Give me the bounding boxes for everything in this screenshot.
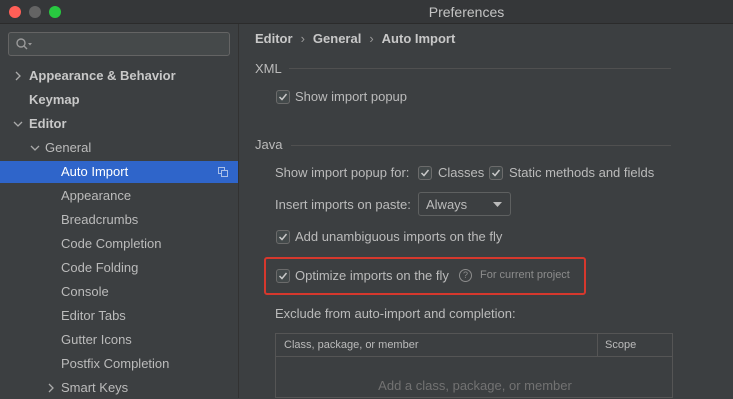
current-project-hint: For current project	[480, 269, 570, 281]
sidebar-item-label: Editor	[29, 116, 67, 131]
sidebar-item-label: Keymap	[29, 92, 80, 107]
sidebar-item-label: Postfix Completion	[61, 356, 170, 371]
sidebar-item-label: Auto Import	[61, 164, 129, 179]
show-import-popup-label[interactable]: Show import popup	[295, 89, 407, 104]
column-header-member[interactable]: Class, package, or member	[276, 334, 598, 357]
sidebar-item-label: Code Folding	[61, 260, 139, 275]
checkmark-icon	[278, 93, 288, 101]
chevron-right-icon[interactable]	[13, 71, 23, 81]
classes-checkbox[interactable]	[418, 166, 432, 180]
insert-imports-dropdown[interactable]: Always	[418, 192, 511, 216]
sidebar-item-postfix-completion[interactable]: Postfix Completion	[0, 353, 238, 375]
window-title: Preferences	[428, 4, 505, 20]
insert-imports-label: Insert imports on paste:	[275, 197, 411, 212]
optimize-imports-checkbox[interactable]	[276, 269, 290, 283]
sidebar-item-label: Code Completion	[61, 236, 162, 251]
settings-sidebar: Appearance & Behavior Keymap Editor Gene…	[0, 24, 239, 398]
empty-table-hint[interactable]: Add a class, package, or member	[276, 378, 674, 393]
breadcrumb: Editor › General › Auto Import	[255, 31, 455, 46]
sidebar-item-code-completion[interactable]: Code Completion	[0, 233, 238, 255]
breadcrumb-separator: ›	[369, 31, 374, 46]
static-methods-label[interactable]: Static methods and fields	[509, 165, 654, 180]
sidebar-item-editor-tabs[interactable]: Editor Tabs	[0, 305, 238, 327]
chevron-down-icon[interactable]	[13, 119, 23, 129]
sidebar-item-console[interactable]: Console	[0, 281, 238, 303]
show-import-popup-checkbox[interactable]	[276, 90, 290, 104]
settings-search-input[interactable]	[8, 32, 230, 56]
sidebar-item-label: Smart Keys	[61, 380, 129, 395]
sidebar-item-smart-keys[interactable]: Smart Keys	[0, 377, 238, 399]
show-popup-for-label: Show import popup for:	[275, 165, 410, 180]
exclude-label: Exclude from auto-import and completion:	[275, 306, 516, 321]
add-unambiguous-label[interactable]: Add unambiguous imports on the fly	[295, 229, 502, 244]
checkmark-icon	[278, 272, 288, 280]
exclude-table[interactable]: Class, package, or member Scope Add a cl…	[275, 333, 673, 398]
classes-label[interactable]: Classes	[438, 165, 484, 180]
sidebar-item-appearance-behavior[interactable]: Appearance & Behavior	[0, 65, 238, 87]
sidebar-item-breadcrumbs[interactable]: Breadcrumbs	[0, 209, 238, 231]
section-divider	[289, 68, 671, 69]
help-icon[interactable]: ?	[459, 269, 472, 282]
sidebar-item-appearance[interactable]: Appearance	[0, 185, 238, 207]
breadcrumb-editor[interactable]: Editor	[255, 31, 293, 46]
search-icon	[16, 38, 32, 50]
sidebar-item-label: Gutter Icons	[61, 332, 132, 347]
copy-icon	[218, 167, 228, 177]
sidebar-item-general[interactable]: General	[0, 137, 238, 159]
java-section-title: Java	[255, 137, 283, 152]
checkmark-icon	[420, 169, 430, 177]
section-divider	[291, 145, 671, 146]
sidebar-item-keymap[interactable]: Keymap	[0, 89, 238, 111]
sidebar-item-label: Breadcrumbs	[61, 212, 139, 227]
breadcrumb-general[interactable]: General	[313, 31, 361, 46]
dropdown-arrow-icon	[493, 202, 502, 207]
checkmark-icon	[278, 233, 288, 241]
chevron-right-icon[interactable]	[46, 383, 56, 393]
sidebar-item-label: Appearance & Behavior	[29, 68, 176, 83]
add-unambiguous-checkbox[interactable]	[276, 230, 290, 244]
settings-content: Editor › General › Auto Import XML Show impo…	[239, 24, 733, 398]
breadcrumb-auto-import: Auto Import	[381, 31, 456, 46]
chevron-down-icon[interactable]	[30, 143, 40, 153]
sidebar-item-editor[interactable]: Editor	[0, 113, 238, 135]
title-bar: Preferences	[0, 0, 733, 24]
insert-imports-value: Always	[426, 197, 468, 212]
xml-section-title: XML	[255, 61, 282, 76]
static-methods-checkbox[interactable]	[489, 166, 503, 180]
sidebar-item-label: Editor Tabs	[61, 308, 126, 323]
sidebar-item-label: Appearance	[61, 188, 132, 203]
breadcrumb-separator: ›	[300, 31, 305, 46]
column-header-scope[interactable]: Scope	[598, 334, 672, 357]
checkmark-icon	[491, 169, 501, 177]
sidebar-item-code-folding[interactable]: Code Folding	[0, 257, 238, 279]
sidebar-item-label: Console	[61, 284, 109, 299]
sidebar-item-label: General	[45, 140, 92, 155]
optimize-imports-label[interactable]: Optimize imports on the fly	[295, 268, 449, 283]
sidebar-item-auto-import[interactable]: Auto Import	[0, 161, 238, 183]
sidebar-item-gutter-icons[interactable]: Gutter Icons	[0, 329, 238, 351]
